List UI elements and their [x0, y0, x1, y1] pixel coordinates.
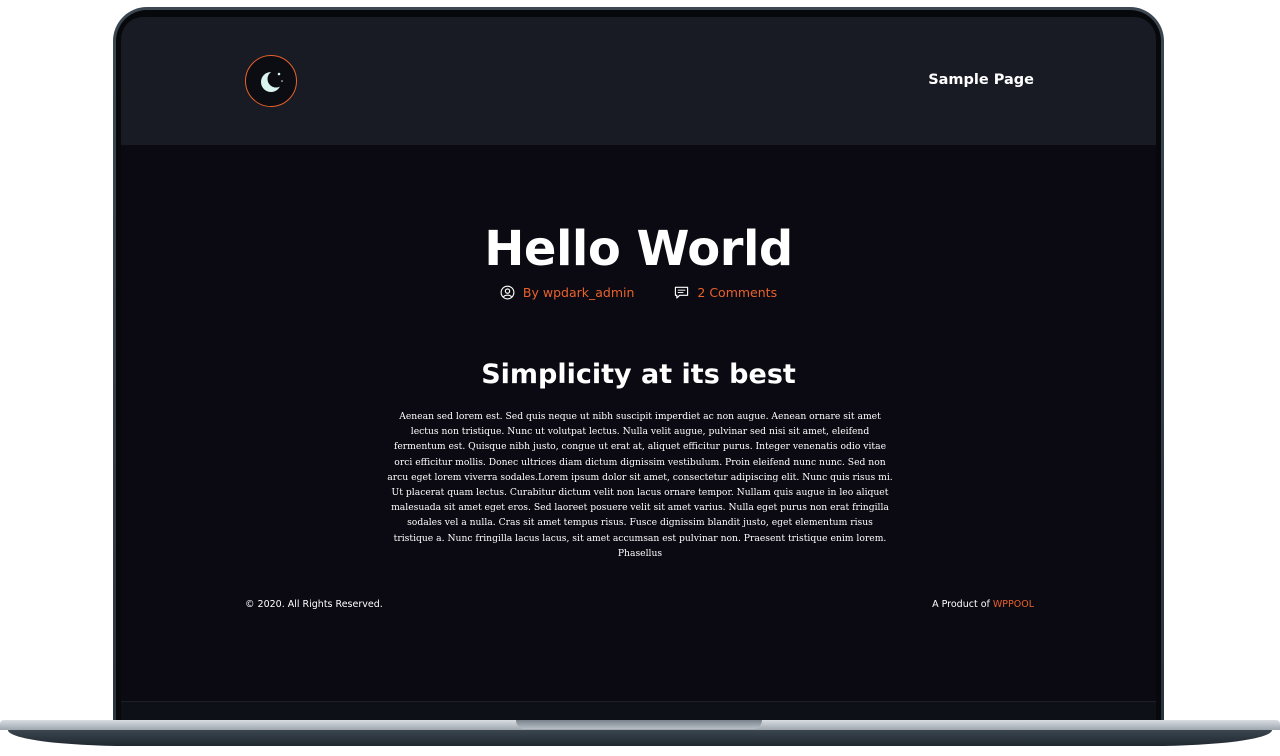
- author-text: By wpdark_admin: [522, 285, 635, 300]
- nav-link-sample-page[interactable]: Sample Page: [928, 72, 1034, 88]
- wppool-link[interactable]: WPPOOL: [993, 599, 1034, 610]
- moon-icon: [261, 70, 285, 92]
- site-logo[interactable]: [245, 55, 297, 107]
- author-link[interactable]: By wpdark_admin: [500, 285, 635, 300]
- post-meta: By wpdark_admin 2 Comments: [121, 285, 1156, 300]
- laptop-base-bottom: [8, 730, 1272, 746]
- user-icon: [500, 285, 515, 300]
- comment-icon: [675, 286, 689, 299]
- product-credit: A Product of WPPOOL: [932, 599, 1034, 610]
- post-body: Aenean sed lorem est. Sed quis neque ut …: [387, 411, 893, 559]
- laptop-lid: Sample Page Hello World By wpdark_admin: [113, 7, 1164, 732]
- website-screen: Sample Page Hello World By wpdark_admin: [121, 17, 1156, 729]
- post-title: Hello World: [484, 221, 793, 277]
- product-prefix: A Product of: [932, 599, 993, 610]
- laptop-mockup: Sample Page Hello World By wpdark_admin: [0, 0, 1280, 756]
- site-header: Sample Page: [121, 17, 1156, 145]
- comments-text: 2 Comments: [697, 285, 778, 300]
- copyright-text: © 2020. All Rights Reserved.: [245, 599, 383, 610]
- laptop-bezel: Sample Page Hello World By wpdark_admin: [116, 10, 1161, 729]
- laptop-notch: [516, 720, 762, 729]
- post-subtitle: Simplicity at its best: [481, 359, 796, 390]
- laptop-base: [0, 720, 1280, 756]
- comments-link[interactable]: 2 Comments: [674, 285, 777, 300]
